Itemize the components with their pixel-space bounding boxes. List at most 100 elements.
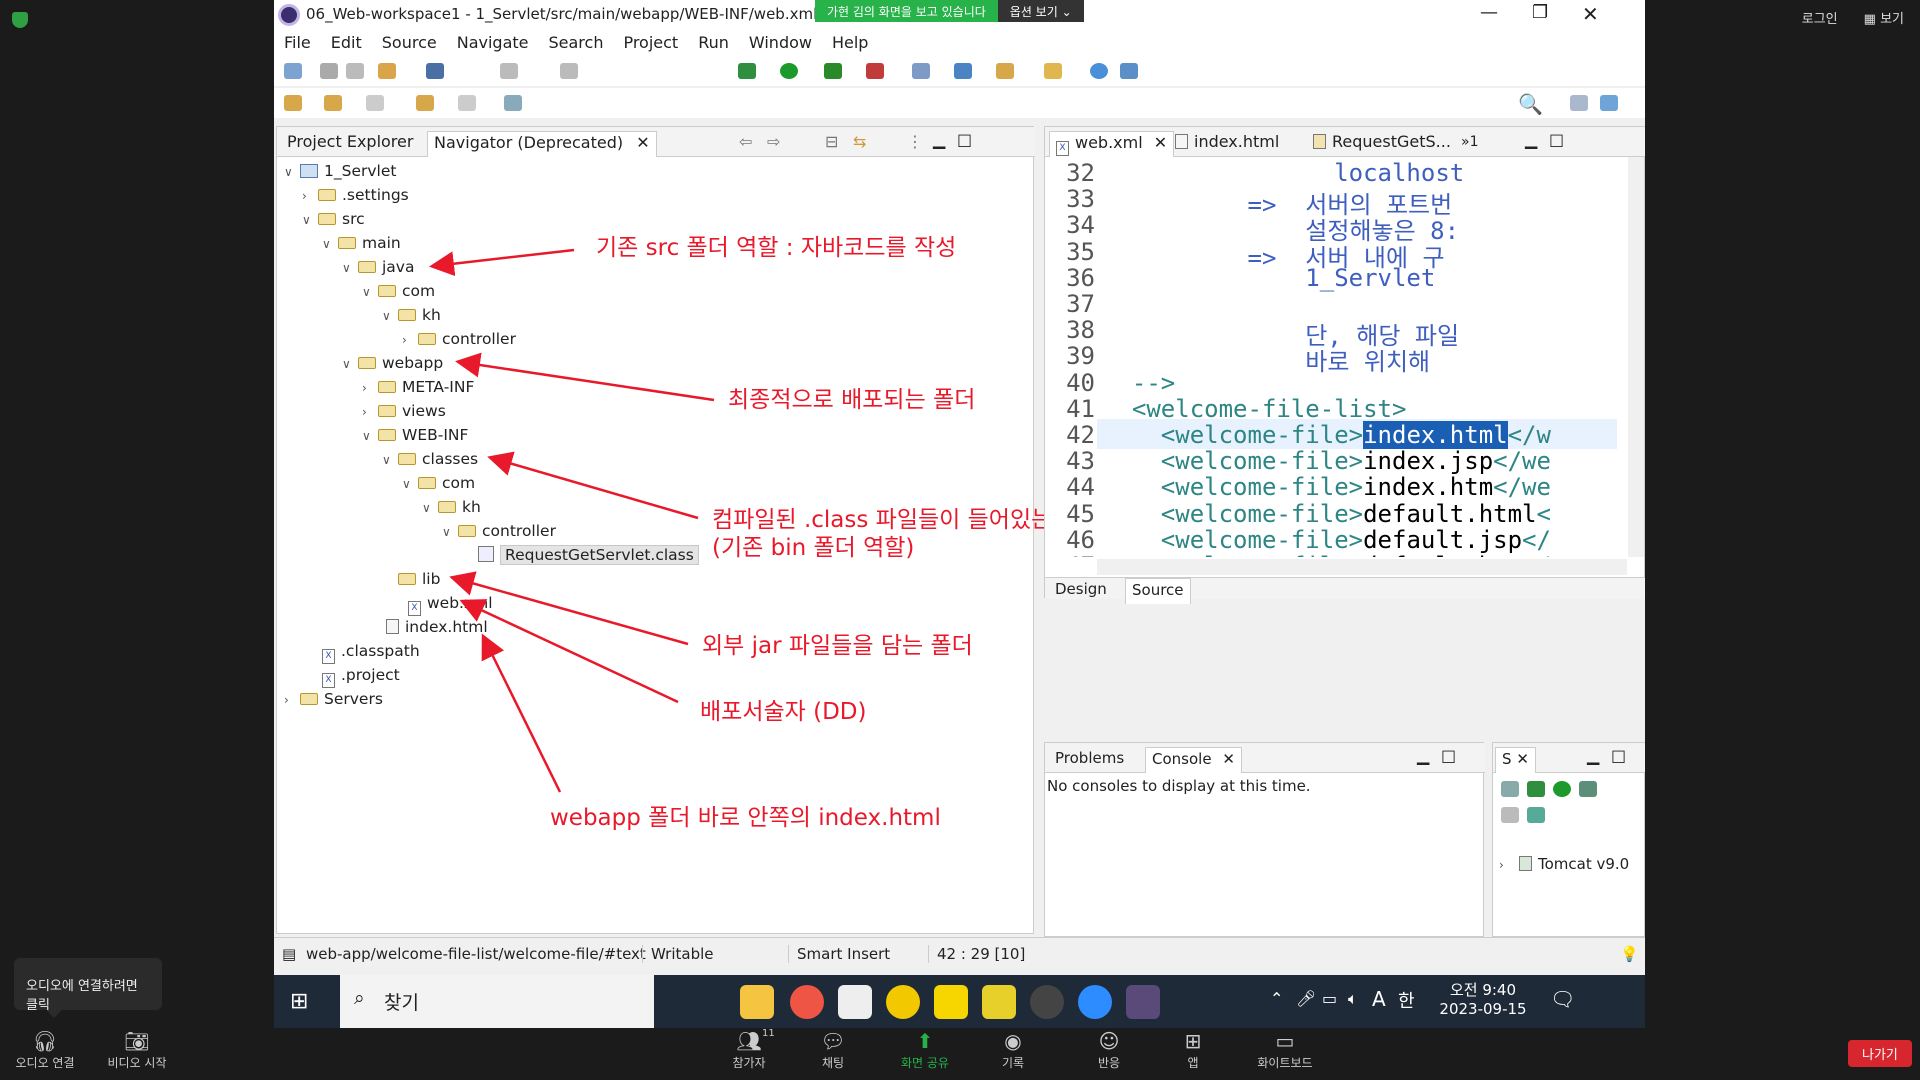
editor-vertical-scrollbar[interactable] xyxy=(1628,157,1644,557)
tab-servers[interactable]: S ✕ xyxy=(1495,747,1536,773)
perspective-icon[interactable] xyxy=(1570,95,1588,111)
collapse-all-icon[interactable]: ⊟ xyxy=(825,132,838,151)
taskbar-search[interactable]: ⌕ 찾기 xyxy=(340,975,654,1028)
reactions-button[interactable]: ☺︎ 반응 xyxy=(1064,1028,1154,1071)
forward-icon[interactable] xyxy=(458,95,476,111)
record-button[interactable]: ◉ 기록 xyxy=(968,1028,1058,1071)
menu-help[interactable]: Help xyxy=(822,30,878,56)
close-icon[interactable]: ✕ xyxy=(1154,133,1167,152)
open-type-icon[interactable] xyxy=(996,63,1014,79)
close-icon[interactable]: ✕ xyxy=(1222,750,1235,768)
debug-server-icon[interactable] xyxy=(1527,781,1545,797)
close-icon[interactable]: ✕ xyxy=(1582,2,1599,26)
server-tomcat[interactable]: › Tomcat v9.0 xyxy=(1499,853,1629,875)
close-icon[interactable]: ✕ xyxy=(636,133,649,152)
run-icon[interactable] xyxy=(780,63,798,79)
stop-server-icon[interactable] xyxy=(1501,807,1519,823)
more-tabs-button[interactable]: »1 xyxy=(1455,131,1484,157)
maximize-editor-icon[interactable]: □ xyxy=(1549,130,1564,149)
share-screen-button[interactable]: ⬆︎ 화면 공유 xyxy=(880,1028,970,1071)
file-explorer-icon[interactable] xyxy=(740,985,774,1019)
tree-classes-controller[interactable]: ∨ controller xyxy=(442,520,556,542)
search-icon[interactable]: 🔍 xyxy=(1518,92,1543,116)
minimize-editor-icon[interactable]: ▁ xyxy=(1525,130,1537,149)
whiteboard-button[interactable]: ▭ 화이트보드 xyxy=(1240,1028,1330,1071)
chat-button[interactable]: 💬︎ 채팅 xyxy=(788,1028,878,1071)
notification-icon[interactable]: 🗨︎ xyxy=(1550,987,1575,1011)
pin-editor-icon[interactable] xyxy=(504,95,522,111)
menu-navigate[interactable]: Navigate xyxy=(447,30,539,56)
tree-webapp[interactable]: ∨ webapp xyxy=(342,352,443,374)
microphone-icon[interactable]: 🎤︎ xyxy=(1296,989,1316,1008)
kakaotalk-icon[interactable] xyxy=(934,985,968,1019)
tab-navigator[interactable]: Navigator (Deprecated) ✕ xyxy=(427,131,657,157)
tab-console[interactable]: Console ✕ xyxy=(1145,747,1242,773)
tab-project-explorer[interactable]: Project Explorer xyxy=(281,131,419,157)
tab-web-xml[interactable]: Xweb.xml ✕ xyxy=(1049,131,1175,157)
headphones-button[interactable]: 🎧︎ 오디오 연결 xyxy=(0,1028,90,1071)
tab-source[interactable]: Source xyxy=(1125,578,1191,604)
view-menu-icon[interactable]: ⋮ xyxy=(907,132,923,151)
forward-nav-icon[interactable]: ⇨ xyxy=(767,132,780,151)
tip-bulb-icon[interactable]: 💡 xyxy=(1620,945,1639,963)
globe-icon[interactable] xyxy=(1090,63,1108,79)
new-icon[interactable] xyxy=(284,63,302,79)
build-icon[interactable] xyxy=(378,63,396,79)
tree-meta-inf[interactable]: › META-INF xyxy=(362,376,474,398)
debug-icon[interactable] xyxy=(738,63,756,79)
tree-1-servlet[interactable]: ∨ 1_Servlet xyxy=(284,160,396,182)
code-area[interactable]: 32 localhost 33 => 서버의 포트번 34 설정해놓은 8: 35 =… xyxy=(1045,157,1645,557)
tree-src[interactable]: ∨ src xyxy=(302,208,365,230)
tree-request-get-servlet-class[interactable]: RequestGetServlet.class xyxy=(470,544,699,566)
maximize-servers-icon[interactable]: □ xyxy=(1611,746,1626,765)
prev-annotation-icon[interactable] xyxy=(324,95,342,111)
tree-web-xml[interactable]: Xweb.xml xyxy=(400,592,493,616)
menu-source[interactable]: Source xyxy=(372,30,447,56)
next-annotation-icon[interactable] xyxy=(284,95,302,111)
tree-classpath[interactable]: X .classpath xyxy=(314,640,420,664)
coverage-icon[interactable] xyxy=(824,63,842,79)
tree-classes-kh[interactable]: ∨ kh xyxy=(422,496,481,518)
save-icon[interactable] xyxy=(320,63,338,79)
minimize-view-icon[interactable]: ▁ xyxy=(933,130,945,149)
view-button[interactable]: ▦ 보기 xyxy=(1864,8,1904,27)
tree-lib[interactable]: lib xyxy=(394,568,440,590)
zoom-icon[interactable] xyxy=(1078,985,1112,1019)
last-edit-icon[interactable] xyxy=(366,95,384,111)
clock[interactable]: 오전 9:40 2023-09-15 xyxy=(1438,979,1528,1018)
close-icon[interactable]: ✕ xyxy=(1516,750,1529,768)
restore-icon[interactable]: ❐ xyxy=(1532,2,1548,23)
tree-web-inf[interactable]: ∨ WEB-INF xyxy=(362,424,468,446)
tab-index-html[interactable]: index.html xyxy=(1169,131,1285,157)
tree-kh[interactable]: ∨ kh xyxy=(382,304,441,326)
tree-classes[interactable]: ∨ classes xyxy=(382,448,478,470)
external-tools-icon[interactable] xyxy=(866,63,884,79)
pdf-icon[interactable] xyxy=(982,985,1016,1019)
menu-project[interactable]: Project xyxy=(613,30,688,56)
web-browser-icon[interactable] xyxy=(1120,63,1138,79)
terminal-icon[interactable] xyxy=(426,63,444,79)
video-off-button[interactable]: 📷︎ 비디오 시작 xyxy=(92,1028,182,1071)
profile-server-icon[interactable] xyxy=(1579,781,1597,797)
search-tool-icon[interactable] xyxy=(1044,63,1062,79)
chrome-icon[interactable] xyxy=(790,985,824,1019)
tree-classes-com[interactable]: ∨ com xyxy=(402,472,475,494)
tree-java[interactable]: ∨ java xyxy=(342,256,414,278)
tree-index-html[interactable]: index.html xyxy=(378,616,488,638)
tree-project[interactable]: X .project xyxy=(314,664,400,688)
menu-edit[interactable]: Edit xyxy=(321,30,372,56)
collapse-icon[interactable] xyxy=(1501,781,1519,797)
save-all-icon[interactable] xyxy=(346,63,364,79)
language-indicator[interactable]: 한 xyxy=(1398,987,1415,1013)
back-nav-icon[interactable]: ⇦ xyxy=(739,132,752,151)
back-icon[interactable] xyxy=(416,95,434,111)
java-ee-perspective-icon[interactable] xyxy=(1600,95,1618,111)
tab-request-get-servlet[interactable]: RequestGetS... xyxy=(1307,131,1457,157)
start-server-icon[interactable] xyxy=(1553,781,1571,797)
participants-button[interactable]: 👥︎ 11 참가자 xyxy=(704,1028,794,1071)
login-button[interactable]: 로그인 xyxy=(1802,8,1838,27)
windows-start-icon[interactable]: ⊞ xyxy=(290,989,308,1014)
slack-icon[interactable] xyxy=(838,985,872,1019)
tree-settings[interactable]: › .settings xyxy=(302,184,409,206)
tab-problems[interactable]: Problems xyxy=(1049,747,1130,773)
